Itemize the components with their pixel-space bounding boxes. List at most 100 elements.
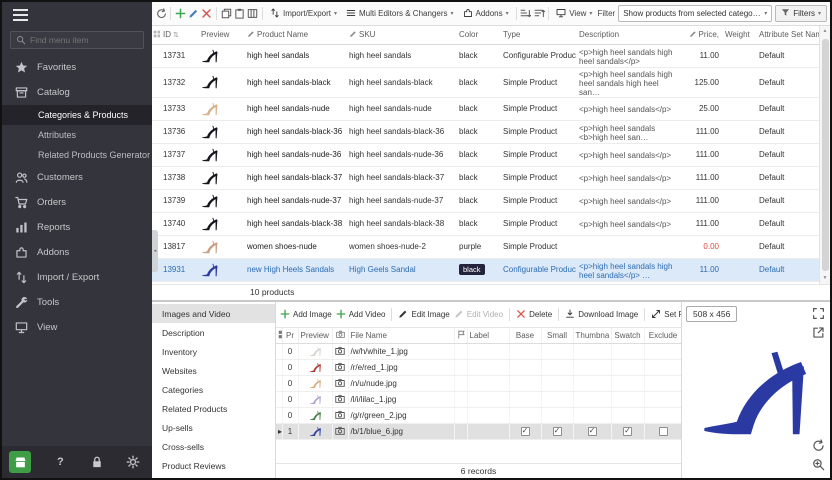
product-row-13931[interactable]: ▸13931new High Heels SandalsHigh Geels S… xyxy=(152,258,819,281)
column-header-id[interactable]: ID⇅ xyxy=(160,26,198,44)
product-row-13738[interactable]: 13738high heel sandals-black-37high heel… xyxy=(152,166,819,189)
product-row-13737[interactable]: 13737high heel sandals-nude-36high heel … xyxy=(152,143,819,166)
column-header-weight[interactable]: Weight xyxy=(722,26,756,44)
scroll-up-arrow[interactable]: ▲ xyxy=(820,26,830,37)
image-column-header-small[interactable]: Small xyxy=(541,328,573,343)
add-product-icon[interactable] xyxy=(174,5,186,22)
tab-websites[interactable]: Websites xyxy=(152,361,275,380)
column-header-type[interactable]: Type xyxy=(500,26,576,44)
image-column-header-label[interactable]: Label xyxy=(467,328,509,343)
sidebar-item-reports[interactable]: Reports xyxy=(2,215,152,240)
sidebar-item-import-export[interactable]: Import / Export xyxy=(2,265,152,290)
column-header-preview[interactable]: Preview xyxy=(198,26,244,44)
product-row-13731[interactable]: 13731high heel sandalshigh heel sandalsb… xyxy=(152,44,819,67)
image-size-field[interactable]: 508 x 456 xyxy=(686,306,737,322)
multi-editors-menu[interactable]: Multi Editors & Changers▾ xyxy=(342,5,458,23)
help-icon[interactable]: ? xyxy=(53,455,67,469)
tab-inventory[interactable]: Inventory xyxy=(152,342,275,361)
column-header-price[interactable]: Price, xyxy=(676,26,722,44)
delete-product-icon[interactable] xyxy=(201,5,213,22)
sidebar-item-favorites[interactable]: Favorites xyxy=(2,55,152,80)
image-column-header-swatch[interactable]: Swatch xyxy=(611,328,644,343)
product-row-13739[interactable]: 13739high heel sandals-nude-37high heel … xyxy=(152,189,819,212)
refresh-icon[interactable] xyxy=(155,5,167,22)
columns-icon[interactable] xyxy=(247,5,259,22)
sort-asc-icon[interactable] xyxy=(520,5,532,22)
small-checkbox[interactable]: ✓ xyxy=(553,427,562,436)
edit-product-icon[interactable] xyxy=(188,5,200,22)
filter-category-select[interactable]: Show products from selected categories▾ xyxy=(618,5,772,22)
add-image-button[interactable]: Add Image xyxy=(280,309,332,321)
copy-icon[interactable] xyxy=(220,5,232,22)
exclude-checkbox[interactable] xyxy=(659,427,668,436)
image-row-w-h-white-1-jpg[interactable]: 0/w/h/white_1.jpg xyxy=(276,343,681,359)
sidebar-item-view[interactable]: View xyxy=(2,315,152,340)
addons-menu[interactable]: Addons▾ xyxy=(459,5,513,23)
zoom-icon[interactable] xyxy=(812,458,825,471)
import-export-menu[interactable]: Import/Export▾ xyxy=(266,5,341,23)
image-column-header-base[interactable]: Base xyxy=(509,328,541,343)
tab-up-sells[interactable]: Up-sells xyxy=(152,418,275,437)
lock-icon[interactable] xyxy=(90,455,104,469)
store-icon[interactable] xyxy=(9,451,31,473)
product-row-13817[interactable]: 13817women shoes-nudewomen shoes-nude-2p… xyxy=(152,235,819,258)
view-menu[interactable]: View▾ xyxy=(552,5,596,23)
scrollbar-thumb[interactable] xyxy=(822,39,829,271)
download-image-button[interactable]: Download Image xyxy=(565,309,638,321)
image-column-header-thumbna[interactable]: Thumbna xyxy=(573,328,611,343)
edit-image-button[interactable]: Edit Image xyxy=(398,309,449,321)
image-row-r-e-red-1-jpg[interactable]: 0/r/e/red_1.jpg xyxy=(276,359,681,375)
product-row-13733[interactable]: 13733high heel sandals-nudehigh heel san… xyxy=(152,97,819,120)
vertical-scrollbar[interactable]: ▲ ▼ xyxy=(819,26,830,284)
image-column-header-preview[interactable]: Preview xyxy=(298,328,332,343)
scroll-down-arrow[interactable]: ▼ xyxy=(820,273,830,284)
column-header-attribute-set-name[interactable]: Attribute Set Name xyxy=(756,26,819,44)
delete-image-button[interactable]: Delete xyxy=(516,309,552,321)
set-resize-rule-button[interactable]: Set Resize Rule▾ xyxy=(651,309,681,321)
sort-desc-icon[interactable] xyxy=(533,5,545,22)
sidebar-item-categories-products[interactable]: Categories & Products xyxy=(2,105,152,125)
tab-categories[interactable]: Categories xyxy=(152,380,275,399)
fullscreen-icon[interactable] xyxy=(812,307,825,320)
thumbnail-checkbox[interactable]: ✓ xyxy=(588,427,597,436)
column-header-product-name[interactable]: Product Name xyxy=(244,26,346,44)
paste-icon[interactable] xyxy=(233,5,245,22)
add-video-button[interactable]: Add Video xyxy=(336,309,386,321)
sidebar-search[interactable] xyxy=(10,31,144,49)
image-row-l-i-lilac-1-jpg[interactable]: 0/l/i/lilac_1.jpg xyxy=(276,391,681,407)
tab-product-reviews[interactable]: Product Reviews xyxy=(152,456,275,475)
sidebar-item-customers[interactable]: Customers xyxy=(2,165,152,190)
tab-cross-sells[interactable]: Cross-sells xyxy=(152,437,275,456)
open-external-icon[interactable] xyxy=(812,326,825,339)
sidebar-item-catalog[interactable]: Catalog xyxy=(2,80,152,105)
sidebar-item-orders[interactable]: Orders xyxy=(2,190,152,215)
base-checkbox[interactable]: ✓ xyxy=(521,427,530,436)
product-row-13736[interactable]: 13736high heel sandals-black-36high heel… xyxy=(152,120,819,143)
tab-description[interactable]: Description xyxy=(152,323,275,342)
column-header-sku[interactable]: SKU xyxy=(346,26,456,44)
grid-corner-button[interactable] xyxy=(152,26,160,44)
panel-splitter[interactable]: ◂ xyxy=(152,230,158,272)
image-column-header-file-name[interactable]: File Name xyxy=(348,328,454,343)
sidebar-item-tools[interactable]: Tools xyxy=(2,290,152,315)
image-row-b-1-blue-6-jpg[interactable]: ▸1/b/1/blue_6.jpg✓✓✓✓ xyxy=(276,423,681,439)
product-row-13732[interactable]: 13732high heel sandals-blackhigh heel sa… xyxy=(152,67,819,97)
image-column-header-exclude[interactable]: Exclude xyxy=(644,328,681,343)
filters-button[interactable]: Filters▾ xyxy=(775,5,827,22)
tab-images-and-video[interactable]: Images and Video xyxy=(152,304,275,323)
sidebar-item-attributes[interactable]: Attributes xyxy=(2,125,152,145)
swatch-checkbox[interactable]: ✓ xyxy=(623,427,632,436)
tab-related-products[interactable]: Related Products xyxy=(152,399,275,418)
menu-search-input[interactable] xyxy=(30,35,138,45)
sidebar-item-related-products-generator[interactable]: Related Products Generator xyxy=(2,145,152,165)
rotate-icon[interactable] xyxy=(812,439,825,452)
image-column-header-pr[interactable]: Pr xyxy=(282,328,298,343)
image-row-g-r-green-2-jpg[interactable]: 0/g/r/green_2.jpg xyxy=(276,407,681,423)
sidebar-item-addons[interactable]: Addons xyxy=(2,240,152,265)
product-row-13740[interactable]: 13740high heel sandals-black-38high heel… xyxy=(152,212,819,235)
column-header-color[interactable]: Color xyxy=(456,26,500,44)
hamburger-menu-button[interactable] xyxy=(2,2,152,28)
column-header-description[interactable]: Description xyxy=(576,26,676,44)
image-row-n-u-nude-jpg[interactable]: 0/n/u/nude.jpg xyxy=(276,375,681,391)
gear-icon[interactable] xyxy=(126,455,140,469)
